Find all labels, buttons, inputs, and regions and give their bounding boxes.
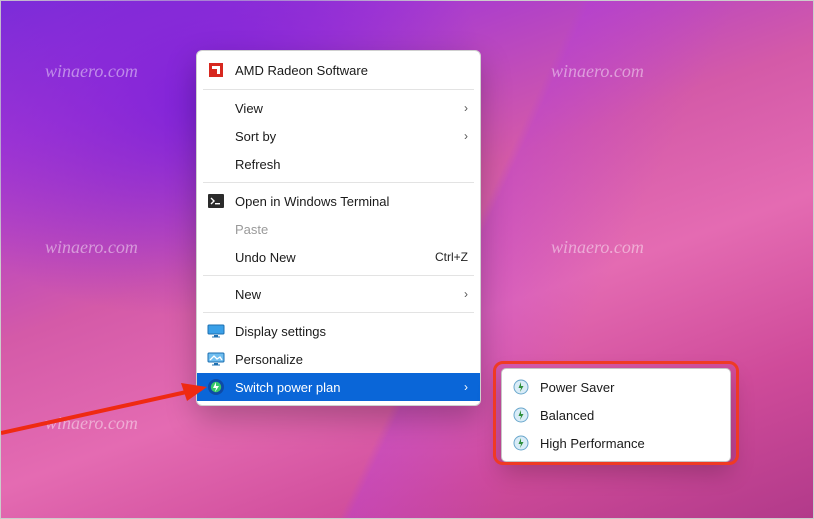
menu-label: Personalize: [235, 352, 468, 367]
display-icon: [205, 322, 227, 340]
menu-label: Refresh: [235, 157, 468, 172]
menu-label: View: [235, 101, 452, 116]
chevron-right-icon: ›: [452, 380, 468, 394]
power-plan-icon: [205, 378, 227, 396]
menu-item-switch-power-plan[interactable]: Switch power plan ›: [197, 373, 480, 401]
menu-separator: [203, 89, 474, 90]
submenu-label: Balanced: [540, 408, 594, 423]
menu-item-amd-radeon[interactable]: AMD Radeon Software: [197, 55, 480, 85]
menu-item-personalize[interactable]: Personalize: [197, 345, 480, 373]
blank-icon: [205, 127, 227, 145]
menu-item-undo-new[interactable]: Undo New Ctrl+Z: [197, 243, 480, 271]
menu-label: Paste: [235, 222, 468, 237]
blank-icon: [205, 285, 227, 303]
chevron-right-icon: ›: [452, 101, 468, 115]
menu-label: Undo New: [235, 250, 423, 265]
power-plan-option-icon: [510, 434, 532, 452]
chevron-right-icon: ›: [452, 129, 468, 143]
submenu-label: High Performance: [540, 436, 645, 451]
menu-separator: [203, 182, 474, 183]
personalize-icon: [205, 350, 227, 368]
submenu-item-power-saver[interactable]: Power Saver: [502, 373, 730, 401]
menu-item-refresh[interactable]: Refresh: [197, 150, 480, 178]
blank-icon: [205, 248, 227, 266]
power-plan-submenu: Power Saver Balanced High Performance: [501, 368, 731, 462]
blank-icon: [205, 99, 227, 117]
menu-label: Switch power plan: [235, 380, 452, 395]
menu-label: Display settings: [235, 324, 468, 339]
menu-item-new[interactable]: New ›: [197, 280, 480, 308]
screenshot-frame: winaero.com winaero.com winaero.com wina…: [0, 0, 814, 519]
menu-item-view[interactable]: View ›: [197, 94, 480, 122]
menu-label: New: [235, 287, 452, 302]
blank-icon: [205, 220, 227, 238]
amd-icon: [205, 61, 227, 79]
menu-item-display-settings[interactable]: Display settings: [197, 317, 480, 345]
menu-item-paste: Paste: [197, 215, 480, 243]
menu-item-open-terminal[interactable]: Open in Windows Terminal: [197, 187, 480, 215]
menu-label: AMD Radeon Software: [235, 63, 468, 78]
terminal-icon: [205, 192, 227, 210]
menu-label: Open in Windows Terminal: [235, 194, 468, 209]
submenu-label: Power Saver: [540, 380, 614, 395]
blank-icon: [205, 155, 227, 173]
menu-separator: [203, 275, 474, 276]
submenu-item-balanced[interactable]: Balanced: [502, 401, 730, 429]
menu-item-sort-by[interactable]: Sort by ›: [197, 122, 480, 150]
menu-label: Sort by: [235, 129, 452, 144]
submenu-item-high-performance[interactable]: High Performance: [502, 429, 730, 457]
menu-accelerator: Ctrl+Z: [423, 250, 468, 264]
menu-separator: [203, 312, 474, 313]
power-plan-option-icon: [510, 378, 532, 396]
power-plan-option-icon: [510, 406, 532, 424]
desktop-context-menu: AMD Radeon Software View › Sort by › Ref…: [196, 50, 481, 406]
chevron-right-icon: ›: [452, 287, 468, 301]
